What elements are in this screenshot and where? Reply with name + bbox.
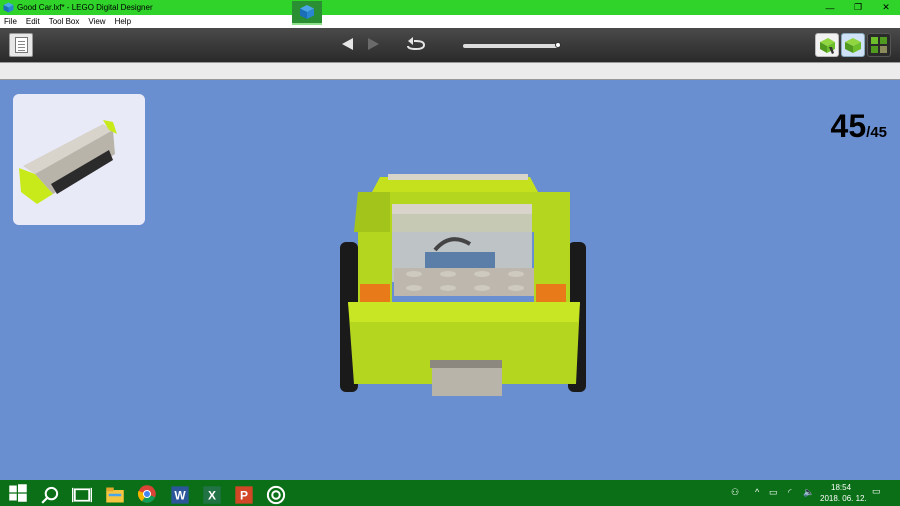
menu-view[interactable]: View bbox=[88, 17, 105, 26]
restore-icon: ❐ bbox=[853, 2, 863, 12]
word-icon[interactable]: W bbox=[170, 485, 190, 505]
file-explorer-icon[interactable] bbox=[105, 485, 125, 505]
volume-icon[interactable]: 🔈 bbox=[803, 487, 814, 498]
menu-toolbox[interactable]: Tool Box bbox=[49, 17, 80, 26]
arrow-right-icon[interactable] bbox=[367, 37, 381, 51]
notification-icon[interactable]: ▭ bbox=[872, 486, 881, 497]
excel-icon[interactable]: X bbox=[202, 485, 222, 505]
building-guide-button[interactable] bbox=[9, 33, 33, 57]
building-guide-mode-button[interactable] bbox=[867, 33, 891, 57]
view-mode-button[interactable] bbox=[841, 33, 865, 57]
view-mode-icon bbox=[845, 38, 861, 53]
clock-date[interactable]: 2018. 06. 12. bbox=[820, 494, 867, 503]
search-icon[interactable] bbox=[40, 485, 60, 505]
title-bar: Good Car.lxf* - LEGO Digital Designer — … bbox=[0, 0, 900, 15]
svg-text:X: X bbox=[208, 489, 216, 503]
toolbar bbox=[0, 28, 900, 62]
svg-text:P: P bbox=[240, 489, 248, 503]
arrow-left-icon[interactable] bbox=[340, 37, 354, 51]
sub-toolbar bbox=[0, 62, 900, 80]
windows-start-icon[interactable] bbox=[8, 483, 28, 503]
people-icon[interactable]: ⚇ bbox=[731, 487, 739, 498]
lego-app-icon bbox=[3, 2, 14, 13]
chevron-up-icon[interactable]: ^ bbox=[755, 487, 759, 497]
window-title: Good Car.lxf* - LEGO Digital Designer bbox=[17, 3, 153, 12]
brick-preview-icon bbox=[19, 120, 117, 204]
build-mode-icon bbox=[820, 38, 835, 54]
menu-bar: File Edit Tool Box View Help bbox=[0, 15, 900, 28]
menu-file[interactable]: File bbox=[4, 17, 17, 26]
step-current: 45 bbox=[830, 108, 867, 144]
restore-button[interactable]: ❐ bbox=[844, 0, 872, 15]
task-view-icon[interactable] bbox=[72, 485, 92, 505]
document-icon bbox=[15, 37, 28, 53]
minimize-icon: — bbox=[825, 2, 835, 13]
lego-car-model[interactable] bbox=[340, 172, 590, 397]
building-guide-mode-icon bbox=[871, 37, 887, 53]
network-icon[interactable]: ◜ bbox=[788, 487, 792, 498]
step-total: 45 bbox=[870, 124, 887, 141]
chrome-icon[interactable] bbox=[137, 484, 157, 504]
step-slider[interactable] bbox=[463, 44, 559, 48]
battery-icon[interactable]: ▭ bbox=[769, 487, 778, 498]
svg-text:W: W bbox=[174, 489, 186, 503]
minimize-button[interactable]: — bbox=[816, 0, 844, 15]
close-icon: ✕ bbox=[882, 2, 890, 12]
build-mode-button[interactable] bbox=[815, 33, 839, 57]
lego-app-icon bbox=[300, 5, 314, 19]
rotate-icon[interactable] bbox=[404, 37, 428, 51]
clock-time[interactable]: 18:54 bbox=[831, 483, 851, 492]
target-app-icon[interactable] bbox=[266, 485, 286, 505]
powerpoint-icon[interactable]: P bbox=[234, 485, 254, 505]
step-slider-knob[interactable] bbox=[555, 42, 561, 48]
menu-edit[interactable]: Edit bbox=[26, 17, 40, 26]
step-counter: 45/45 bbox=[831, 108, 887, 145]
step-parts-preview bbox=[13, 94, 145, 225]
taskbar bbox=[0, 480, 900, 506]
close-button[interactable]: ✕ bbox=[872, 0, 900, 15]
lego-taskbar-button[interactable] bbox=[292, 1, 322, 25]
menu-help[interactable]: Help bbox=[115, 17, 131, 26]
